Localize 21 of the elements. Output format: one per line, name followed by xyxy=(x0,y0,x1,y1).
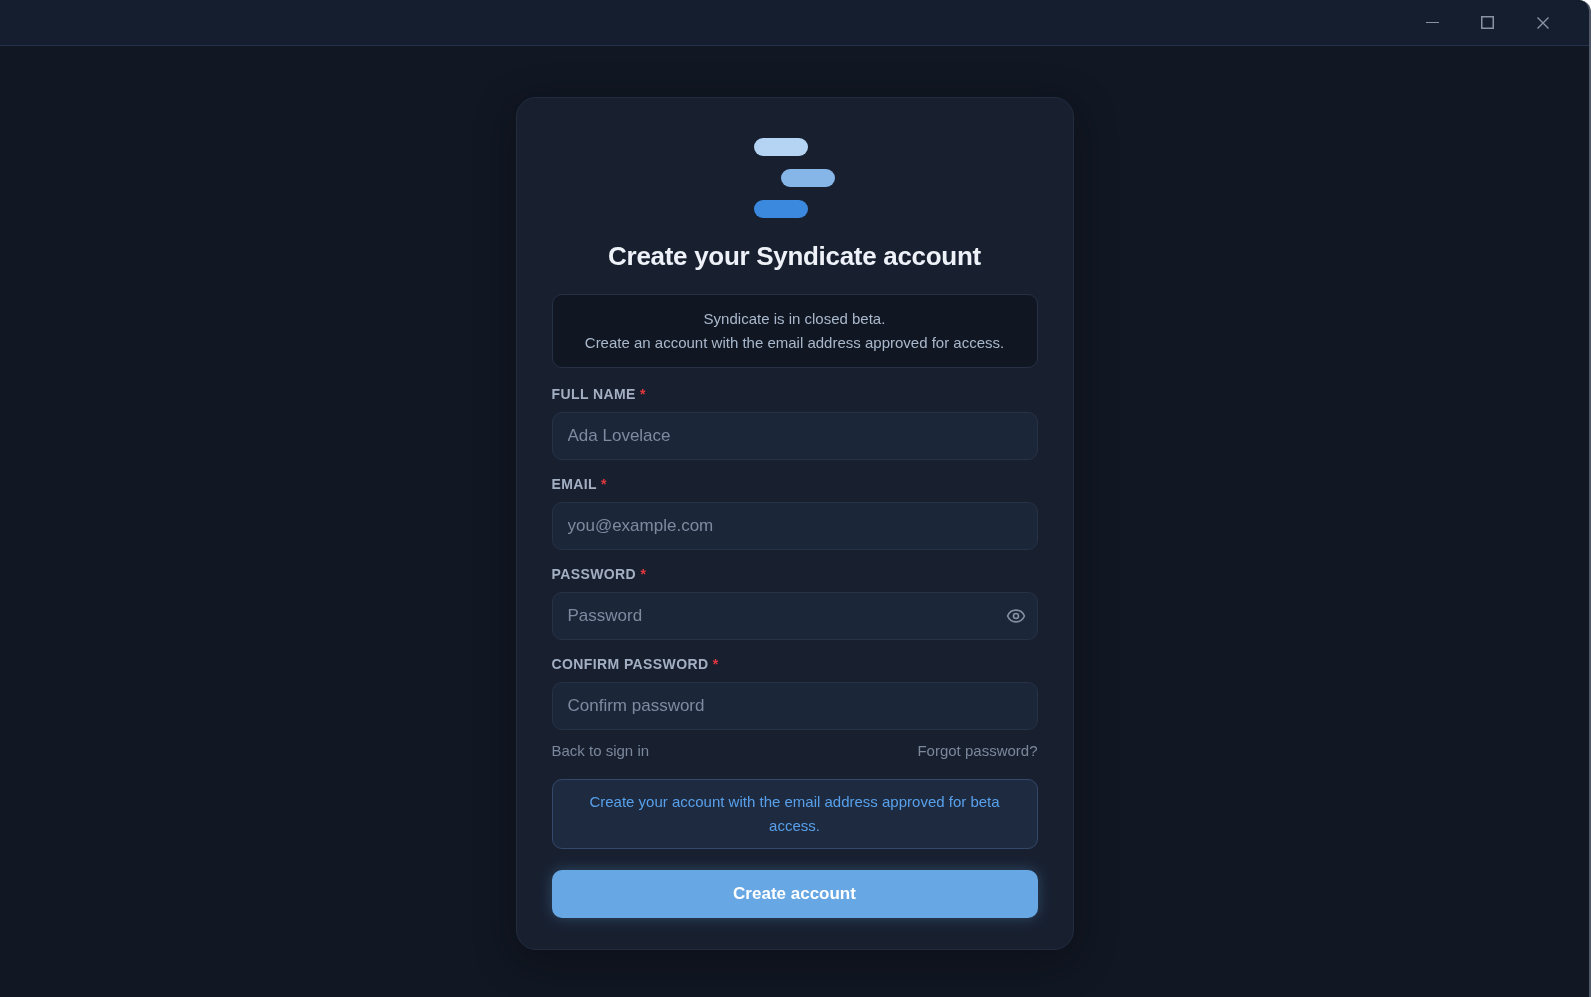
notice-text: Create an account with the email address approved for access. xyxy=(584,333,1005,353)
field-label: PASSWORD * xyxy=(551,565,647,584)
input-field[interactable]: Ada Lovelace xyxy=(551,412,1038,460)
info-text: Create your account with the email address approved for beta access. xyxy=(588,792,1001,836)
eye-icon xyxy=(1005,606,1026,626)
show-password-button[interactable] xyxy=(1005,606,1026,626)
field-label: FULL NAME * xyxy=(551,385,646,404)
back-link[interactable]: Back to sign in xyxy=(551,741,650,761)
bars-logo-icon xyxy=(754,138,835,218)
input-field[interactable]: you@example.com xyxy=(551,502,1038,550)
notice-text: Syndicate is in closed beta. xyxy=(703,309,886,329)
input-field[interactable]: Confirm password xyxy=(551,682,1038,730)
maximize-icon xyxy=(1481,16,1494,29)
forgot-password-link[interactable]: Forgot password? xyxy=(917,741,1038,761)
close-icon xyxy=(1536,16,1549,29)
field-label: CONFIRM PASSWORD * xyxy=(551,655,719,674)
create-account-button[interactable]: Create account xyxy=(551,870,1038,918)
field-label: EMAIL * xyxy=(551,475,607,494)
password-field[interactable]: Password xyxy=(551,592,1038,640)
minimize-icon xyxy=(1426,22,1439,23)
page-title: Create your Syndicate account xyxy=(607,240,982,272)
